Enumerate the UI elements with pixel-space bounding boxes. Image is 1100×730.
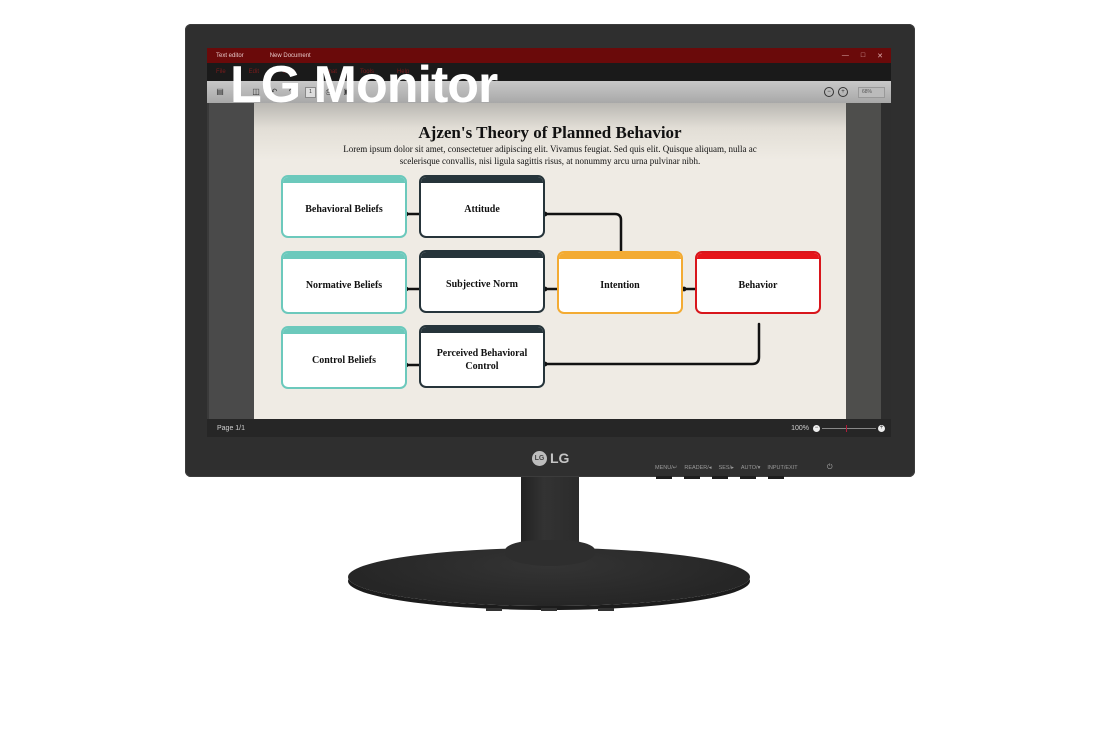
node-subjective-norm[interactable]: Subjective Norm (419, 250, 545, 313)
zoom-in-icon[interactable]: + (838, 87, 848, 97)
zoom-select[interactable]: 68% (858, 86, 885, 98)
status-bar: Page 1/1 100% − + (207, 419, 891, 437)
connector-attitude-intention (543, 212, 623, 255)
node-intention[interactable]: Intention (557, 251, 683, 314)
hardware-button[interactable] (712, 476, 728, 479)
hardware-button[interactable] (656, 476, 672, 479)
stand-foot (541, 608, 557, 611)
zoom-percentage: 100% (791, 424, 809, 432)
monitor-control-labels: MENU/↵ READER/◂ SES/▸ AUTO/▾ INPUT/EXIT (655, 465, 798, 471)
menu-button-label[interactable]: MENU/↵ (655, 465, 677, 471)
hardware-button[interactable] (684, 476, 700, 479)
stand-foot (598, 608, 614, 611)
zoom-slider[interactable]: − + (813, 424, 885, 432)
brand-overlay-text: LG Monitor (230, 56, 498, 114)
monitor-stand-joint (505, 540, 595, 566)
node-behavioral-beliefs[interactable]: Behavioral Beliefs (281, 175, 407, 238)
zoom-out-icon[interactable]: − (813, 424, 820, 432)
zoom-in-icon[interactable]: + (878, 424, 885, 432)
monitor-stand-neck (521, 477, 579, 547)
lg-logo-text: LG (550, 450, 570, 466)
maximize-icon[interactable]: □ (861, 52, 865, 60)
zoom-track[interactable] (822, 424, 876, 432)
document-page[interactable]: Ajzen's Theory of Planned Behavior Lorem… (254, 103, 846, 419)
zoom-out-icon[interactable]: − (824, 87, 834, 97)
lg-logo-mark: LG (532, 450, 547, 466)
minimize-icon[interactable]: — (842, 52, 849, 60)
zoom-controls: − + 68% (824, 86, 885, 98)
lg-logo: LG LG (532, 450, 569, 466)
left-margin-panel (207, 103, 256, 419)
node-normative-beliefs[interactable]: Normative Beliefs (281, 251, 407, 314)
connector-perceived-behavior (543, 322, 761, 366)
zoom-thumb[interactable] (846, 424, 848, 432)
menu-file[interactable]: File (216, 69, 226, 75)
node-perceived-behavioral-control[interactable]: Perceived Behavioral Control (419, 325, 545, 388)
power-icon[interactable]: ⏻ (827, 464, 833, 472)
node-control-beliefs[interactable]: Control Beliefs (281, 326, 407, 389)
input-button-label[interactable]: INPUT/EXIT (767, 465, 797, 471)
hardware-button[interactable] (740, 476, 756, 479)
ses-button-label[interactable]: SES/▸ (719, 465, 734, 471)
hardware-button[interactable] (768, 476, 784, 479)
close-icon[interactable]: ✕ (877, 52, 883, 60)
page-indicator: Page 1/1 (217, 424, 246, 432)
reader-button-label[interactable]: READER/◂ (684, 465, 711, 471)
auto-button-label[interactable]: AUTO/▾ (741, 465, 760, 471)
save-icon[interactable]: ▤ (215, 87, 225, 97)
node-attitude[interactable]: Attitude (419, 175, 545, 238)
right-margin-panel (846, 103, 891, 419)
stand-foot (486, 608, 502, 611)
node-behavior[interactable]: Behavior (695, 251, 821, 314)
window-controls: — □ ✕ (842, 52, 883, 60)
